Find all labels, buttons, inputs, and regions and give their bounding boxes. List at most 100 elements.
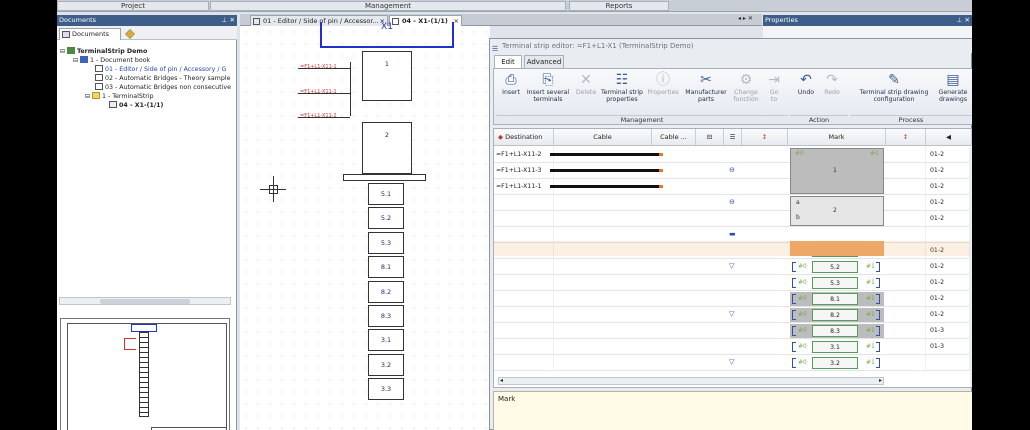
scroll-left-icon[interactable]: ◂ [500,377,503,384]
mark-cell[interactable]: #0 8.2 #1 [790,308,884,322]
empty-cell[interactable] [886,307,926,323]
mark-cell[interactable]: #0 8.1 #1 [790,292,884,306]
terminal-chip[interactable]: 3.2 [812,357,858,369]
table-row[interactable]: 01-2 [494,275,972,291]
link-icon[interactable]: ⊖ [729,198,735,206]
generate-drawings-button[interactable]: ▤ Generate drawings [936,72,970,103]
mark-group-terminal-2[interactable]: ab2 [790,196,884,226]
level-cell[interactable]: 01-2 [926,163,970,179]
empty-cell[interactable] [886,355,926,371]
ribbon-tab-management[interactable]: Management [210,1,566,11]
level-cell[interactable]: 01-2 [926,307,970,323]
terminal-5-1[interactable]: 5.1 [368,183,404,205]
terminal-1[interactable]: 1 [362,51,412,101]
insert-several-button[interactable]: ⎘ Insert several terminals [526,72,570,103]
terminal-chip[interactable]: 5.3 [812,277,858,289]
close-icon[interactable]: ✕ [965,15,970,26]
tree-node-doc-02[interactable]: 02 - Automatic Bridges - Theory sample [95,74,230,83]
ribbon-tab-project[interactable]: Project [57,1,209,11]
link-icon[interactable]: ⊖ [729,166,735,174]
empty-cell[interactable] [886,147,926,163]
level-cell[interactable]: 01-2 [926,147,970,163]
empty-cell[interactable] [886,259,926,275]
column-sort-icon-2[interactable]: ↕ [886,129,926,146]
column-strip-icon[interactable]: ☰ [724,129,742,146]
table-row[interactable]: 01-2 [494,211,972,227]
scroll-thumb[interactable] [100,299,190,304]
tree-node-terminalstrip-folder[interactable]: ⊟ 1 - TerminalStrip [85,92,154,101]
level-cell[interactable]: 01-2 [926,275,970,291]
terminal-8-3[interactable]: 8.3 [368,305,404,327]
empty-cell[interactable] [886,291,926,307]
destination-cell[interactable] [494,323,554,339]
destination-cell[interactable]: =F1+L1-X11-1 [494,179,554,195]
destination-cell[interactable] [494,259,554,275]
strip-title-box[interactable]: X1 [320,22,454,48]
cable-bar[interactable] [550,169,660,172]
level-cell[interactable] [926,355,970,371]
destination-cell[interactable] [494,195,554,211]
goto-button[interactable]: ⇥ Go to [764,72,784,103]
tab-advanced[interactable]: Advanced [524,55,564,68]
variants-icon[interactable] [125,29,135,39]
empty-cell[interactable] [886,195,926,211]
terminal-3-3[interactable]: 3.3 [368,378,404,400]
accessory-row[interactable] [494,241,970,256]
column-mark[interactable]: Mark [788,129,886,146]
tree-node-doc-01[interactable]: 01 - Editor / Side of pin / Accessory / … [95,65,226,74]
tree-node-project[interactable]: ⊟ TerminalStrip Demo [60,47,147,56]
close-icon[interactable]: ✕ [230,15,235,26]
terminal-chip[interactable]: 5.2 [812,261,858,273]
empty-cell[interactable] [886,323,926,339]
drawing-canvas[interactable]: X1 =F1+L1-X11-1 =F1+L1-X11-1 =F1+L1-X11-… [240,22,490,430]
grid-vertical-scrollbar[interactable] [970,147,972,387]
pin-icon[interactable]: ⊥ [956,15,962,26]
mark-cell[interactable]: #0 5.2 #1 [790,260,884,274]
tab-scroll-icon[interactable]: ◂ ▸ ✕ [738,15,753,22]
insert-button[interactable]: ⎙ Insert [498,72,524,97]
column-level-icon[interactable]: ◀ [926,129,972,146]
level-cell[interactable]: 01-2 [926,179,970,195]
mark-cell[interactable]: #0 8.3 #1 [790,324,884,338]
tree-node-doc-03[interactable]: 03 - Automatic Bridges non consecutive [95,83,231,92]
terminal-5-3[interactable]: 5.3 [368,232,404,254]
destination-cell[interactable]: =F1+L1-X11-2 [494,147,554,163]
terminal-5-2[interactable]: 5.2 [368,207,404,229]
grid-horizontal-scrollbar[interactable]: ◂ ▸ [498,377,884,385]
destination-cell[interactable]: =F1+L1-X11-3 [494,163,554,179]
empty-cell[interactable] [886,179,926,195]
delete-button[interactable]: ✕ Delete [574,72,598,97]
jumper-icon[interactable]: ▽ [729,310,734,318]
level-cell[interactable]: 01-2 [926,195,970,211]
mark-cell[interactable]: #0 3.1 #1 [790,340,884,354]
scroll-right-icon[interactable]: ▸ [879,377,882,384]
terminal-grid[interactable]: ◆ Destination Cable Cable ... ⊟ ☰ ↕ Mark… [493,128,972,388]
tree-horizontal-scrollbar[interactable] [59,297,231,305]
jumper-icon[interactable]: ▽ [729,358,734,366]
terminal-chip[interactable]: 3.1 [812,341,858,353]
level-cell[interactable]: 01-2 [926,291,970,307]
table-row[interactable]: =F1+L1-X11-2 01-2 [494,147,972,163]
mark-cell[interactable]: #0 5.3 #1 [790,276,884,290]
jumper-icon[interactable]: ▽ [729,262,734,270]
destination-cell[interactable] [494,275,554,291]
undo-button[interactable]: ↶ Undo [794,72,818,97]
tree-node-document-book[interactable]: ⊟ 1 - Document book [73,56,150,65]
column-cable-extra[interactable]: Cable ... [652,129,696,146]
destination-cell[interactable] [494,339,554,355]
properties-button[interactable]: ⓘ Properties [646,72,680,97]
close-tab-icon[interactable]: × [454,16,459,26]
destination-cell[interactable] [494,211,554,227]
table-row[interactable]: 01-3 [494,323,972,339]
column-cable[interactable]: Cable [554,129,652,146]
cable-bar[interactable] [550,153,660,156]
terminal-2[interactable]: 2 [362,122,412,174]
redo-button[interactable]: ↷ Redo [820,72,844,97]
level-cell[interactable]: 01-2 [926,259,970,275]
mark-cell[interactable]: #0 3.2 #1 [790,356,884,370]
table-row[interactable]: 01-3 [494,339,972,355]
pin-icon[interactable]: ⊥ [221,15,227,26]
empty-cell[interactable] [886,163,926,179]
destination-cell[interactable] [494,307,554,323]
empty-cell[interactable] [886,211,926,227]
